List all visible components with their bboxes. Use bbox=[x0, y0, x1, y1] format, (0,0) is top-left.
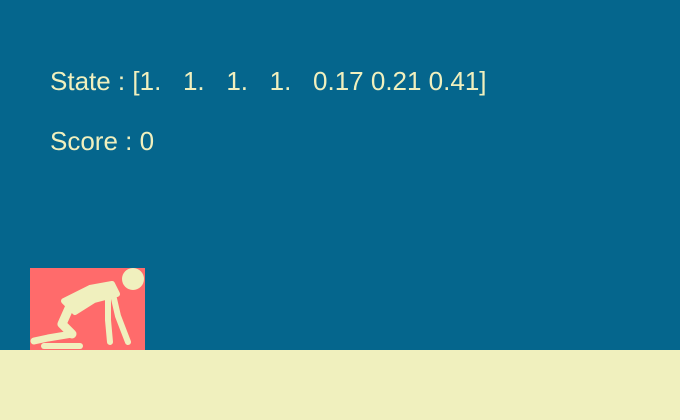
ground bbox=[0, 350, 680, 420]
player bbox=[30, 268, 145, 350]
state-readout: State : [1. 1. 1. 1. 0.17 0.21 0.41] bbox=[50, 68, 487, 94]
state-value: [1. 1. 1. 1. 0.17 0.21 0.41] bbox=[132, 66, 487, 96]
crawling-person-icon bbox=[30, 268, 144, 349]
state-label: State : bbox=[50, 66, 133, 96]
score-value: 0 bbox=[139, 126, 155, 156]
score-label: Score : bbox=[50, 126, 140, 156]
hud: State : [1. 1. 1. 1. 0.17 0.21 0.41] Sco… bbox=[50, 31, 487, 171]
score-readout: Score : 0 bbox=[50, 128, 487, 154]
